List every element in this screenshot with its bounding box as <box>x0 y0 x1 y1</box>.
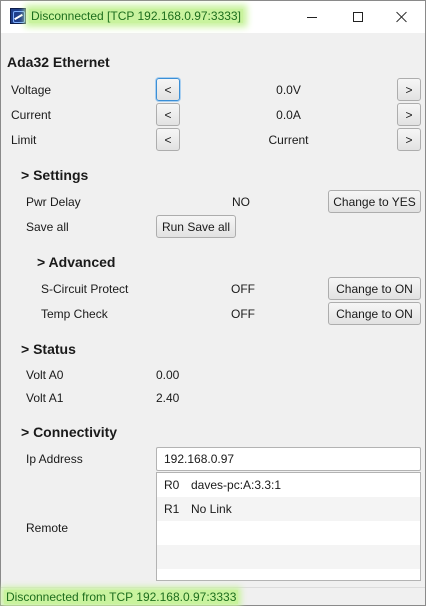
current-increase-button[interactable]: > <box>397 103 421 126</box>
remote-label: Remote <box>26 521 69 535</box>
list-empty-row <box>157 521 420 545</box>
temp-check-value: OFF <box>231 307 255 321</box>
list-item[interactable]: R0 daves-pc:A:3.3:1 <box>157 473 420 497</box>
voltage-decrease-button[interactable]: < <box>156 78 180 101</box>
current-value: 0.0A <box>276 108 301 122</box>
minimize-button[interactable] <box>289 1 335 33</box>
run-save-all-button[interactable]: Run Save all <box>156 215 236 238</box>
current-label: Current <box>11 108 52 122</box>
temp-check-label: Temp Check <box>41 307 108 321</box>
remote-value: daves-pc:A:3.3:1 <box>191 478 282 492</box>
pwr-delay-toggle-button[interactable]: Change to YES <box>328 190 421 213</box>
ip-address-label: Ip Address <box>26 452 83 466</box>
settings-heading[interactable]: > Settings <box>21 167 88 184</box>
connectivity-heading[interactable]: > Connectivity <box>21 424 117 441</box>
voltage-value: 0.0V <box>276 83 301 97</box>
remote-list[interactable]: R0 daves-pc:A:3.3:1 R1 No Link <box>156 472 421 581</box>
limit-label: Limit <box>11 133 37 147</box>
save-all-label: Save all <box>26 220 69 234</box>
ip-address-input[interactable] <box>156 447 421 471</box>
minimize-icon <box>307 16 317 18</box>
voltage-label: Voltage <box>11 83 52 97</box>
s-circuit-protect-label: S-Circuit Protect <box>41 282 129 296</box>
voltage-increase-button[interactable]: > <box>397 78 421 101</box>
limit-decrease-button[interactable]: < <box>156 128 180 151</box>
app-icon <box>10 8 26 24</box>
advanced-heading[interactable]: > Advanced <box>37 254 115 271</box>
volt-a1-label: Volt A1 <box>26 391 64 405</box>
device-title: Ada32 Ethernet <box>7 54 110 70</box>
list-empty-row <box>157 545 420 569</box>
status-bar-text: Disconnected from TCP 192.168.0.97:3333 <box>4 590 239 604</box>
remote-value: No Link <box>191 502 232 516</box>
pwr-delay-label: Pwr Delay <box>26 195 81 209</box>
volt-a0-label: Volt A0 <box>26 368 64 382</box>
remote-id: R1 <box>164 502 180 516</box>
current-decrease-button[interactable]: < <box>156 103 180 126</box>
limit-value: Current <box>268 133 309 147</box>
temp-check-toggle-button[interactable]: Change to ON <box>328 302 421 325</box>
close-button[interactable] <box>379 1 425 33</box>
volt-a1-value: 2.40 <box>156 391 180 405</box>
close-icon <box>396 11 408 23</box>
pwr-delay-value: NO <box>232 195 250 209</box>
s-circuit-protect-toggle-button[interactable]: Change to ON <box>328 277 421 300</box>
limit-increase-button[interactable]: > <box>397 128 421 151</box>
maximize-button[interactable] <box>335 1 381 33</box>
app-window: Disconnected [TCP 192.168.0.97:3333] Ada… <box>0 0 426 606</box>
window-title: Disconnected [TCP 192.168.0.97:3333] <box>29 9 243 23</box>
volt-a0-value: 0.00 <box>156 368 180 382</box>
list-item[interactable]: R1 No Link <box>157 497 420 521</box>
maximize-icon <box>353 12 363 22</box>
s-circuit-protect-value: OFF <box>231 282 255 296</box>
title-bar[interactable]: Disconnected [TCP 192.168.0.97:3333] <box>1 1 425 33</box>
status-heading[interactable]: > Status <box>21 341 76 358</box>
remote-id: R0 <box>164 478 180 492</box>
status-bar: Disconnected from TCP 192.168.0.97:3333 <box>1 587 425 605</box>
